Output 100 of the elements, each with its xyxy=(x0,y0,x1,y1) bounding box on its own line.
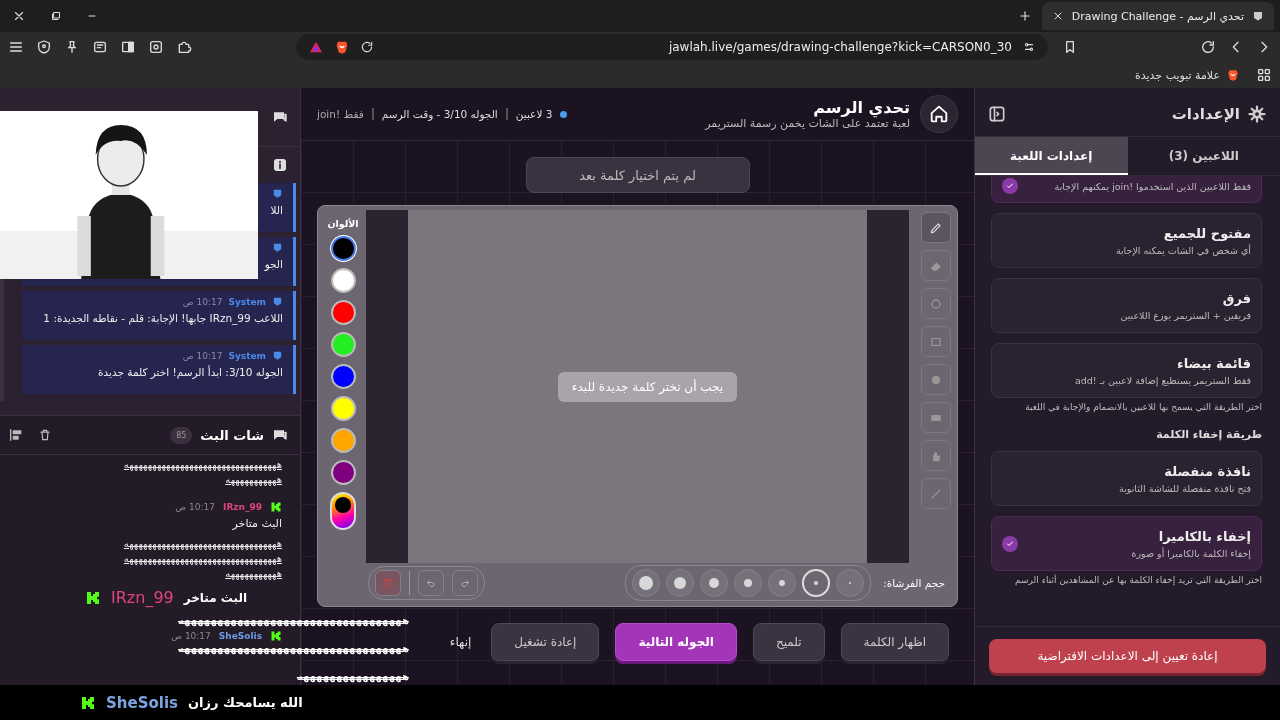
kick-icon xyxy=(270,630,282,642)
canvas-message: يجب أن تختر كلمة جديدة للبدء xyxy=(557,371,738,402)
color-picker[interactable] xyxy=(330,492,356,530)
status-text: 3 لاعبين xyxy=(515,108,553,120)
game-button[interactable]: إعادة تشغيل xyxy=(491,623,600,661)
apps-icon[interactable] xyxy=(1256,67,1272,83)
reset-button[interactable]: إعادة تعيين إلى الاعدادات الافتراضية xyxy=(989,639,1266,673)
badge-icon xyxy=(272,296,283,307)
chat-message: البث متاخر xyxy=(231,517,282,530)
message-author: SheSolis xyxy=(218,631,262,641)
tool-button[interactable] xyxy=(921,212,951,243)
check-icon xyxy=(1002,178,1018,194)
color-swatch[interactable] xyxy=(330,460,356,485)
option-card[interactable]: نافذة منفصلة فتح نافذة منفصلة للشاشة الثانوية xyxy=(991,451,1262,506)
bookmark-item[interactable]: علامة تبويب جديدة xyxy=(1135,68,1240,82)
brush-size-button[interactable] xyxy=(734,568,763,597)
overlay-message: البث متاخر xyxy=(183,590,248,605)
kick-icon xyxy=(85,589,101,606)
brush-size-button[interactable] xyxy=(632,568,661,597)
new-tab-icon[interactable] xyxy=(1017,9,1032,23)
chat-message: هههههههههههههههههههههههههههههههههه xyxy=(122,553,282,564)
game-button[interactable]: اظهار الكلمة xyxy=(840,623,950,661)
game-title: تحدي الرسم xyxy=(812,98,910,117)
option-card[interactable]: إخفاء بالكاميرا إخفاء الكلمة بالكاميرا أو صورة xyxy=(991,516,1262,571)
reload-icon[interactable] xyxy=(1200,39,1216,55)
option-description: فقط الستريمر يستطيع إضافة لاعبين بـ !add xyxy=(1074,374,1251,386)
chat-message: هههههههههههه xyxy=(224,568,282,579)
shield-icon[interactable] xyxy=(36,39,52,55)
url-text: jawlah.live/games/drawing-challenge?kick=CARSON0_30 xyxy=(667,40,1012,54)
trash-icon[interactable] xyxy=(38,428,52,442)
align-icon[interactable] xyxy=(8,427,24,443)
overlay-message: ههههههههههههههههههههههههههههههههههه xyxy=(178,615,409,627)
message-author: System xyxy=(228,350,266,361)
message-author: IRzn_99 xyxy=(223,502,262,512)
message-text: اللا xyxy=(269,204,283,216)
color-swatch[interactable] xyxy=(330,428,356,453)
message-text: اللاعب IRzn_99 جابها! الإجابة: قلم - نقاطه الجديدة: 1 xyxy=(42,312,283,324)
option-title: نافذة منفصلة xyxy=(1163,463,1251,479)
overlay-message: ههههههههههههههههه xyxy=(295,671,409,683)
favicon-icon xyxy=(1252,10,1264,22)
message-author: System xyxy=(228,296,266,307)
chat-message: هههههههههههه xyxy=(224,474,282,485)
section-title: طريقة إخفاء الكلمة xyxy=(1155,428,1262,441)
reader-icon[interactable] xyxy=(92,39,108,55)
overlay-message: ههههههههههههههههههههههههههههههههههه xyxy=(178,643,409,655)
tab[interactable]: إعدادات اللعبة xyxy=(975,137,1128,175)
game-button[interactable]: تلميح xyxy=(752,623,825,661)
message-time: 10:17 ص xyxy=(171,631,211,641)
collapse-panel-icon[interactable] xyxy=(987,104,1007,124)
trash-icon xyxy=(382,576,394,589)
info-icon xyxy=(272,157,288,173)
screenshot-icon[interactable] xyxy=(148,39,164,55)
color-swatch[interactable] xyxy=(330,364,356,389)
address-bar[interactable]: jawlah.live/games/drawing-challenge?kick=CARSON0_30 xyxy=(296,34,1048,60)
option-card[interactable]: فرق فريقين + الستريمر يوزع اللاعبين xyxy=(991,278,1262,333)
site-settings-icon[interactable] xyxy=(1022,40,1036,54)
close-icon[interactable] xyxy=(12,9,26,23)
check-icon xyxy=(1002,535,1018,552)
option-card[interactable]: مفتوح للجميع أي شخص في الشات يمكنه الإجابة xyxy=(991,213,1262,268)
chat-message: هههههههههههههههههههههههههههههههههه xyxy=(122,538,282,549)
color-swatch[interactable] xyxy=(330,236,356,261)
option-card[interactable]: فقط اللاعبين الذين استخدموا !join يمكنهم الإجابة xyxy=(991,176,1262,203)
option-card[interactable]: قائمة بيضاء فقط الستريمر يستطيع إضافة لاعبين بـ !add xyxy=(991,343,1262,398)
brush-size-label: حجم الفرشاة: xyxy=(883,576,945,589)
badge-icon xyxy=(272,242,283,253)
restore-icon[interactable] xyxy=(50,10,62,22)
sidebar-icon[interactable] xyxy=(120,39,136,55)
color-swatch[interactable] xyxy=(330,396,356,421)
brush-size-button[interactable] xyxy=(700,568,729,597)
menu-icon[interactable] xyxy=(8,39,24,55)
message-text: الجو xyxy=(263,258,283,270)
chat-title: شات البث xyxy=(200,427,264,443)
circle-icon xyxy=(929,296,943,311)
option-description: أي شخص في الشات يمكنه الإجابة xyxy=(1115,244,1251,256)
option-description: فريقين + الستريمر يوزع اللاعبين xyxy=(1120,309,1251,321)
game-button[interactable]: الجوله التالية xyxy=(615,623,737,661)
ticker-message: الله يسامحك رزان xyxy=(188,695,303,710)
extensions-icon[interactable] xyxy=(176,39,192,55)
brush-size-button[interactable] xyxy=(666,568,695,597)
tab[interactable]: اللاعبين (3) xyxy=(1127,137,1280,175)
settings-icon xyxy=(1248,105,1266,123)
colors-label: الألوان xyxy=(327,218,359,229)
browser-tab[interactable]: Drawing Challenge - تحدي الرسم xyxy=(1041,2,1274,30)
kick-icon xyxy=(270,501,282,513)
option-description: إخفاء الكلمة بالكاميرا أو صورة xyxy=(1131,547,1251,559)
lion-icon[interactable] xyxy=(334,39,350,55)
message-time: 10:17 ص xyxy=(175,502,216,512)
color-swatch[interactable] xyxy=(330,332,356,357)
kick-icon xyxy=(80,694,96,711)
message-time: 10:17 ص xyxy=(182,350,223,361)
color-swatch[interactable] xyxy=(330,300,356,325)
help-text: اختر الطريقة التي يسمح بها للاعبين بالانضمام والإجابة في اللعبة xyxy=(1024,402,1262,412)
option-title: إخفاء بالكاميرا xyxy=(1157,528,1251,544)
option-title: فرق xyxy=(1221,290,1251,306)
message-text: الجوله 3/10: ابدأ الرسم! اختر كلمة جديدة xyxy=(97,366,283,378)
brush-size-button[interactable] xyxy=(768,568,797,597)
game-button[interactable]: إنهاء xyxy=(445,623,476,661)
color-swatch[interactable] xyxy=(330,268,356,293)
home-icon[interactable] xyxy=(920,95,958,133)
game-subtitle: لعبة تعتمد على الشات يخمن رسمة الستريمر xyxy=(705,117,910,130)
